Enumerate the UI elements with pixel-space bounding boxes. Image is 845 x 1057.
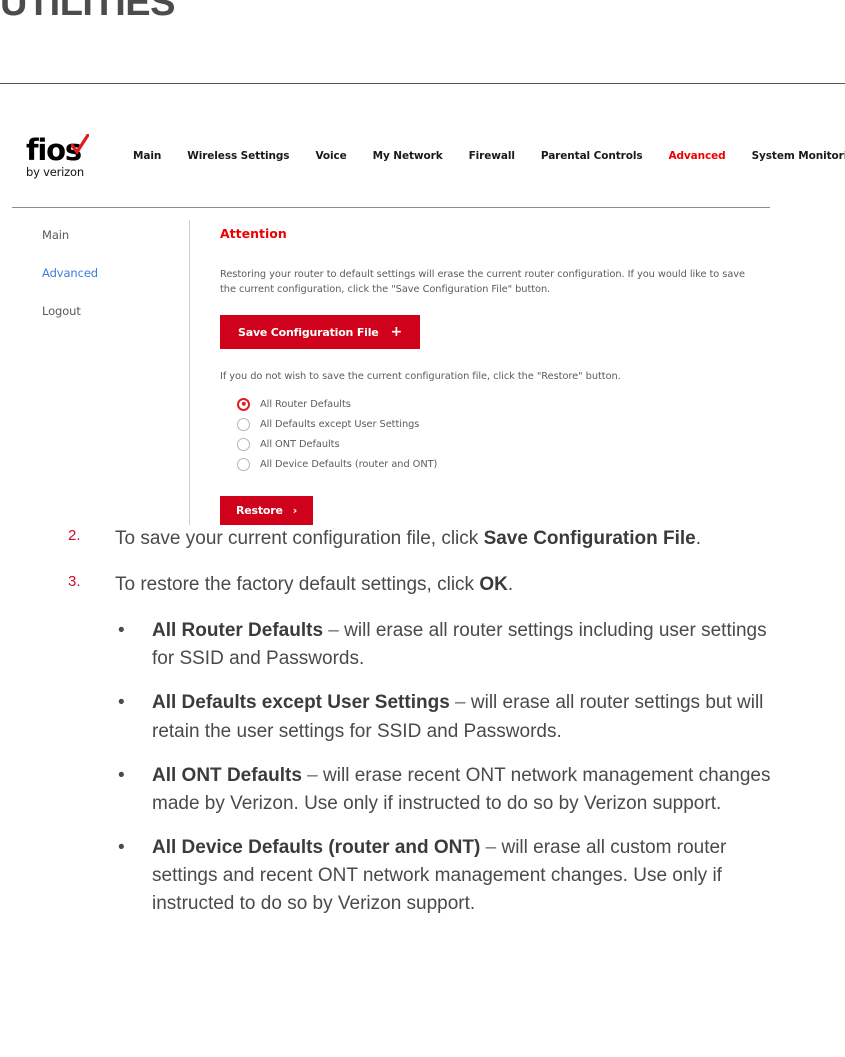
router-nav-divider: [12, 207, 770, 208]
radio-unselected-icon: [237, 437, 250, 451]
list-item: • All ONT Defaults – will erase recent O…: [0, 762, 845, 818]
radio-all-device-defaults[interactable]: All Device Defaults (router and ONT): [237, 457, 772, 471]
radio-label: All Device Defaults (router and ONT): [260, 458, 438, 470]
bullet-bold: All Device Defaults (router and ONT): [152, 836, 481, 858]
radio-label: All ONT Defaults: [260, 438, 340, 450]
nav-item-system-monitoring[interactable]: System Monitoring: [739, 150, 845, 162]
radio-selected-icon: [237, 397, 250, 411]
nav-item-my-network[interactable]: My Network: [360, 150, 456, 162]
radio-unselected-icon: [237, 457, 250, 471]
sidebar-item-main[interactable]: Main: [42, 228, 189, 242]
bullet-bold: All ONT Defaults: [152, 764, 302, 786]
nav-item-parental-controls[interactable]: Parental Controls: [528, 150, 656, 162]
list-number: 2.: [68, 527, 81, 544]
radio-label: All Defaults except User Settings: [260, 418, 420, 430]
router-header: fios by verizon Main Wireless Settings V…: [12, 122, 845, 194]
step-bold: OK: [479, 574, 508, 596]
radio-all-defaults-except-user-settings[interactable]: All Defaults except User Settings: [237, 417, 772, 431]
list-item: • All Router Defaults – will erase all r…: [0, 617, 845, 673]
bullet-dash: –: [480, 836, 502, 858]
list-item: • All Device Defaults (router and ONT) –…: [0, 834, 845, 918]
fios-tagline: by verizon: [26, 165, 84, 180]
router-main-panel: Attention Restoring your router to defau…: [190, 220, 772, 525]
page-title: UTILITIES: [0, 0, 175, 24]
save-configuration-file-button[interactable]: Save Configuration File +: [220, 315, 421, 350]
router-nav: Main Wireless Settings Voice My Network …: [120, 150, 845, 162]
nav-item-firewall[interactable]: Firewall: [456, 150, 528, 162]
radio-all-ont-defaults[interactable]: All ONT Defaults: [237, 437, 772, 451]
nav-item-main[interactable]: Main: [120, 150, 174, 162]
step-text-before: To save your current configuration file,…: [115, 528, 484, 549]
restore-instruction-text: If you do not wish to save the current c…: [220, 371, 621, 383]
bullet-icon: •: [118, 692, 125, 714]
step-bold: Save Configuration File: [483, 528, 696, 549]
bullet-bold: All Defaults except User Settings: [152, 692, 450, 714]
instructions-block: 2. To save your current configuration fi…: [0, 525, 845, 934]
step-text-after: .: [695, 528, 702, 549]
list-number: 3.: [68, 573, 81, 591]
list-item: • All Defaults except User Settings – wi…: [0, 689, 845, 745]
router-body: Main Advanced Logout Attention Restoring…: [12, 220, 772, 525]
bullet-icon: •: [118, 764, 125, 786]
bullet-icon: •: [118, 620, 125, 642]
nav-item-advanced[interactable]: Advanced: [655, 150, 738, 162]
radio-label: All Router Defaults: [260, 398, 351, 410]
restore-options-group: All Router Defaults All Defaults except …: [237, 397, 772, 471]
bullet-icon: •: [118, 836, 125, 858]
sidebar-item-logout[interactable]: Logout: [42, 304, 189, 318]
header-divider: [0, 83, 845, 84]
radio-unselected-icon: [237, 417, 250, 431]
restore-warning-text: Restoring your router to default setting…: [220, 269, 746, 296]
bullet-dash: –: [301, 764, 324, 786]
step-text-after: .: [507, 574, 514, 596]
bullet-dash: –: [323, 620, 345, 642]
router-admin-screenshot: fios by verizon Main Wireless Settings V…: [0, 122, 845, 525]
fios-logo: fios by verizon: [12, 132, 104, 180]
restore-button-label: Restore: [236, 503, 283, 517]
step-text-before: To restore the factory default settings,…: [115, 574, 480, 596]
nav-item-voice[interactable]: Voice: [302, 150, 359, 162]
restore-button[interactable]: Restore ›: [220, 495, 314, 525]
save-button-label: Save Configuration File: [238, 325, 379, 339]
attention-heading: Attention: [220, 226, 287, 241]
bullet-bold: All Router Defaults: [152, 620, 324, 642]
chevron-right-icon: ›: [292, 503, 298, 517]
list-item: 2. To save your current configuration fi…: [0, 525, 845, 553]
list-item: 3. To restore the factory default settin…: [0, 571, 845, 599]
fios-wordmark: fios: [26, 132, 82, 167]
radio-all-router-defaults[interactable]: All Router Defaults: [237, 397, 772, 411]
bullet-dash: –: [449, 692, 471, 714]
sidebar-item-advanced[interactable]: Advanced: [42, 266, 189, 280]
check-icon: [71, 133, 89, 154]
plus-icon: +: [390, 324, 403, 341]
nav-item-wireless-settings[interactable]: Wireless Settings: [174, 150, 302, 162]
router-sidebar: Main Advanced Logout: [12, 220, 190, 525]
